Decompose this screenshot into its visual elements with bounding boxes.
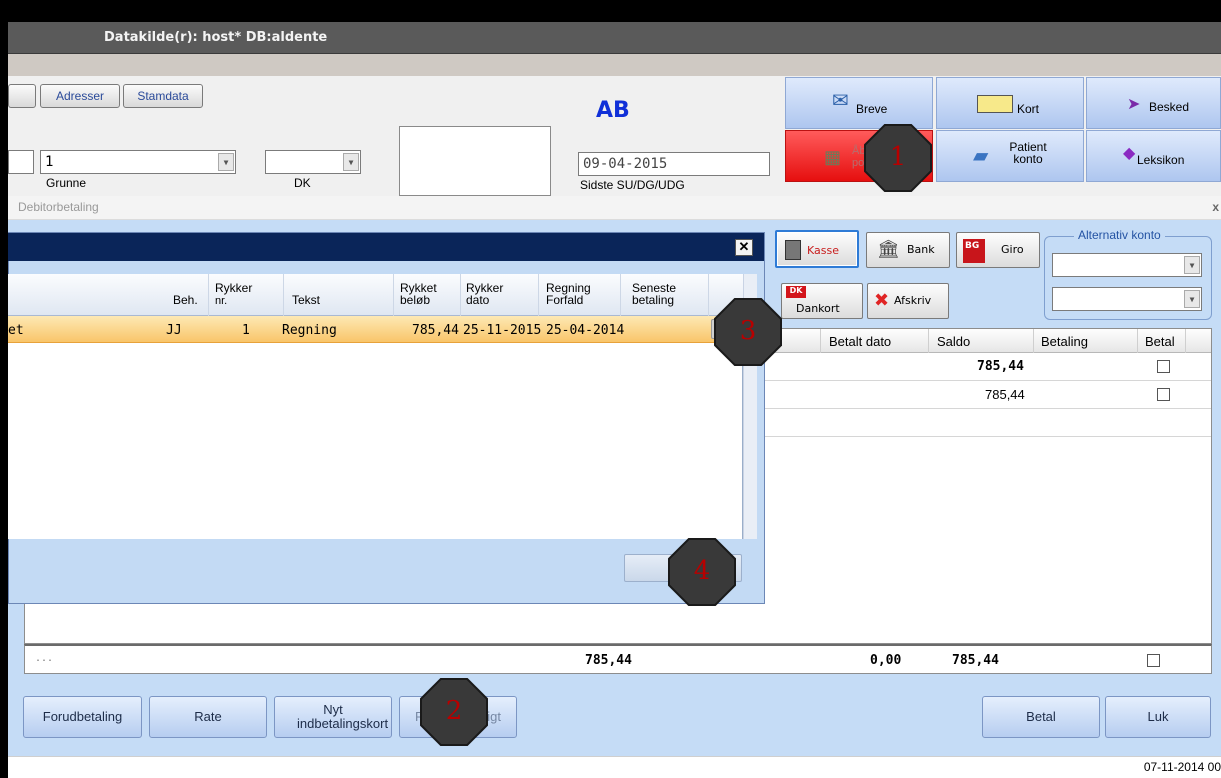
annotation-marker-1: 1 — [864, 124, 932, 192]
message-arrow-icon: ➤ — [1127, 96, 1141, 113]
rate-button[interactable]: Rate — [149, 696, 267, 738]
table-row[interactable]: 785,44 — [765, 381, 1211, 409]
table-row[interactable]: 785,44 — [765, 353, 1211, 381]
alt-konto-select-2[interactable]: ▼ — [1052, 287, 1202, 311]
window-titlebar: Datakilde(r): host* DB:aldente — [8, 22, 1221, 54]
chevron-down-icon[interactable]: ▼ — [218, 153, 234, 171]
table-row-empty — [765, 409, 1211, 437]
betal-all-checkbox[interactable] — [1147, 654, 1160, 667]
window-title: Datakilde(r): host* DB:aldente — [104, 30, 328, 45]
group-select-value: 1 — [45, 154, 54, 170]
annotation-marker-2: 2 — [420, 678, 488, 746]
col-betal[interactable]: Betal — [1145, 334, 1175, 349]
rykker-dialog-titlebar — [8, 233, 764, 261]
chevron-down-icon[interactable]: ▼ — [343, 153, 359, 171]
alternativ-konto-label: Alternativ konto — [1074, 228, 1165, 242]
last-visit-label: Sidste SU/DG/UDG — [580, 178, 685, 192]
cash-register-icon — [785, 240, 801, 260]
group-label: Grunne — [46, 176, 87, 190]
col-betaling[interactable]: Betaling — [1041, 334, 1088, 349]
letter-icon: ✉ — [832, 90, 849, 112]
status-date: 07-11-2014 00 — [1143, 760, 1221, 774]
header-strip — [8, 54, 1221, 76]
total-amount: 785,44 — [585, 653, 632, 668]
total-betaling: 0,00 — [870, 653, 902, 668]
luk-button[interactable]: Luk — [1105, 696, 1211, 738]
leksikon-button[interactable]: ◆ Leksikon — [1086, 130, 1221, 182]
col-beh[interactable]: Beh. — [173, 294, 198, 306]
dankort-icon: DK — [786, 286, 806, 298]
chevron-down-icon[interactable]: ▼ — [1184, 256, 1200, 274]
totals-row: ... 785,44 0,00 785,44 — [24, 644, 1212, 674]
forudbetaling-button[interactable]: Forudbetaling — [23, 696, 142, 738]
col-tekst[interactable]: Tekst — [292, 294, 320, 306]
breve-button[interactable]: ✉ Breve — [785, 77, 933, 129]
card-icon — [977, 95, 1013, 113]
afskriv-button[interactable]: ✖ Afskriv — [867, 283, 949, 319]
photo-box — [399, 126, 551, 196]
status-bar: 07-11-2014 00 — [8, 756, 1221, 778]
book-icon: ◆ — [1123, 145, 1136, 162]
betal-checkbox[interactable] — [1157, 388, 1170, 401]
dankort-button[interactable]: DK Dankort — [781, 283, 863, 319]
tab-previous[interactable] — [8, 84, 36, 108]
table-row[interactable]: et JJ 1 Regning 785,44 25-11-2015 25-04-… — [8, 316, 743, 343]
col-seneste-betaling[interactable]: Seneste betaling — [632, 282, 676, 306]
annotation-marker-4: 4 — [668, 538, 736, 606]
betal-checkbox[interactable] — [1157, 360, 1170, 373]
col-betalt-dato[interactable]: Betalt dato — [829, 334, 891, 349]
giro-button[interactable]: BG Giro — [956, 232, 1040, 268]
x-mark-icon: ✖ — [874, 290, 890, 311]
patient-konto-button[interactable]: ▰ Patient konto — [936, 130, 1084, 182]
close-icon[interactable]: x — [1212, 200, 1219, 214]
tab-adresser[interactable]: Adresser — [40, 84, 120, 108]
patient-initials: AB — [596, 98, 630, 123]
total-saldo: 785,44 — [952, 653, 999, 668]
group-select[interactable]: 1 ▼ — [40, 150, 236, 174]
dk-label: DK — [294, 176, 311, 190]
bank-icon: 🏛 — [877, 239, 900, 260]
col-rykker-nr[interactable]: Rykker nr. — [215, 282, 252, 307]
ledger-icon: ▦ — [824, 147, 842, 167]
giro-icon: BG — [963, 239, 985, 263]
nyt-indbetalingskort-button[interactable]: Nyt indbetalingskort — [274, 696, 392, 738]
tab-stamdata[interactable]: Stamdata — [123, 84, 203, 108]
close-icon[interactable]: ✕ — [735, 239, 753, 256]
betal-button[interactable]: Betal — [982, 696, 1100, 738]
folder-icon: ▰ — [973, 145, 989, 167]
col-regning-forfald[interactable]: Regning Forfald — [546, 282, 591, 306]
besked-button[interactable]: ➤ Besked — [1086, 77, 1221, 129]
col-saldo[interactable]: Saldo — [937, 334, 970, 349]
chevron-down-icon[interactable]: ▼ — [1184, 290, 1200, 308]
kasse-button[interactable]: Kasse — [775, 230, 859, 268]
kort-button[interactable]: Kort — [936, 77, 1084, 129]
last-visit-date-field[interactable]: 09-04-2015 — [578, 152, 770, 176]
annotation-marker-3: 3 — [714, 298, 782, 366]
debitor-title: Debitorbetaling — [18, 200, 99, 214]
bank-button[interactable]: 🏛 Bank — [866, 232, 950, 268]
col-rykker-dato[interactable]: Rykker dato — [466, 282, 503, 306]
rykker-grid-header: Beh. Rykker nr. Tekst Rykket beløb Rykker d… — [8, 274, 743, 316]
dk-select[interactable]: ▼ — [265, 150, 361, 174]
alt-konto-select-1[interactable]: ▼ — [1052, 253, 1202, 277]
field-left-stub[interactable] — [8, 150, 34, 174]
col-rykket-beloeb[interactable]: Rykket beløb — [400, 282, 437, 306]
debitor-window-header: Debitorbetaling x — [8, 196, 1221, 220]
